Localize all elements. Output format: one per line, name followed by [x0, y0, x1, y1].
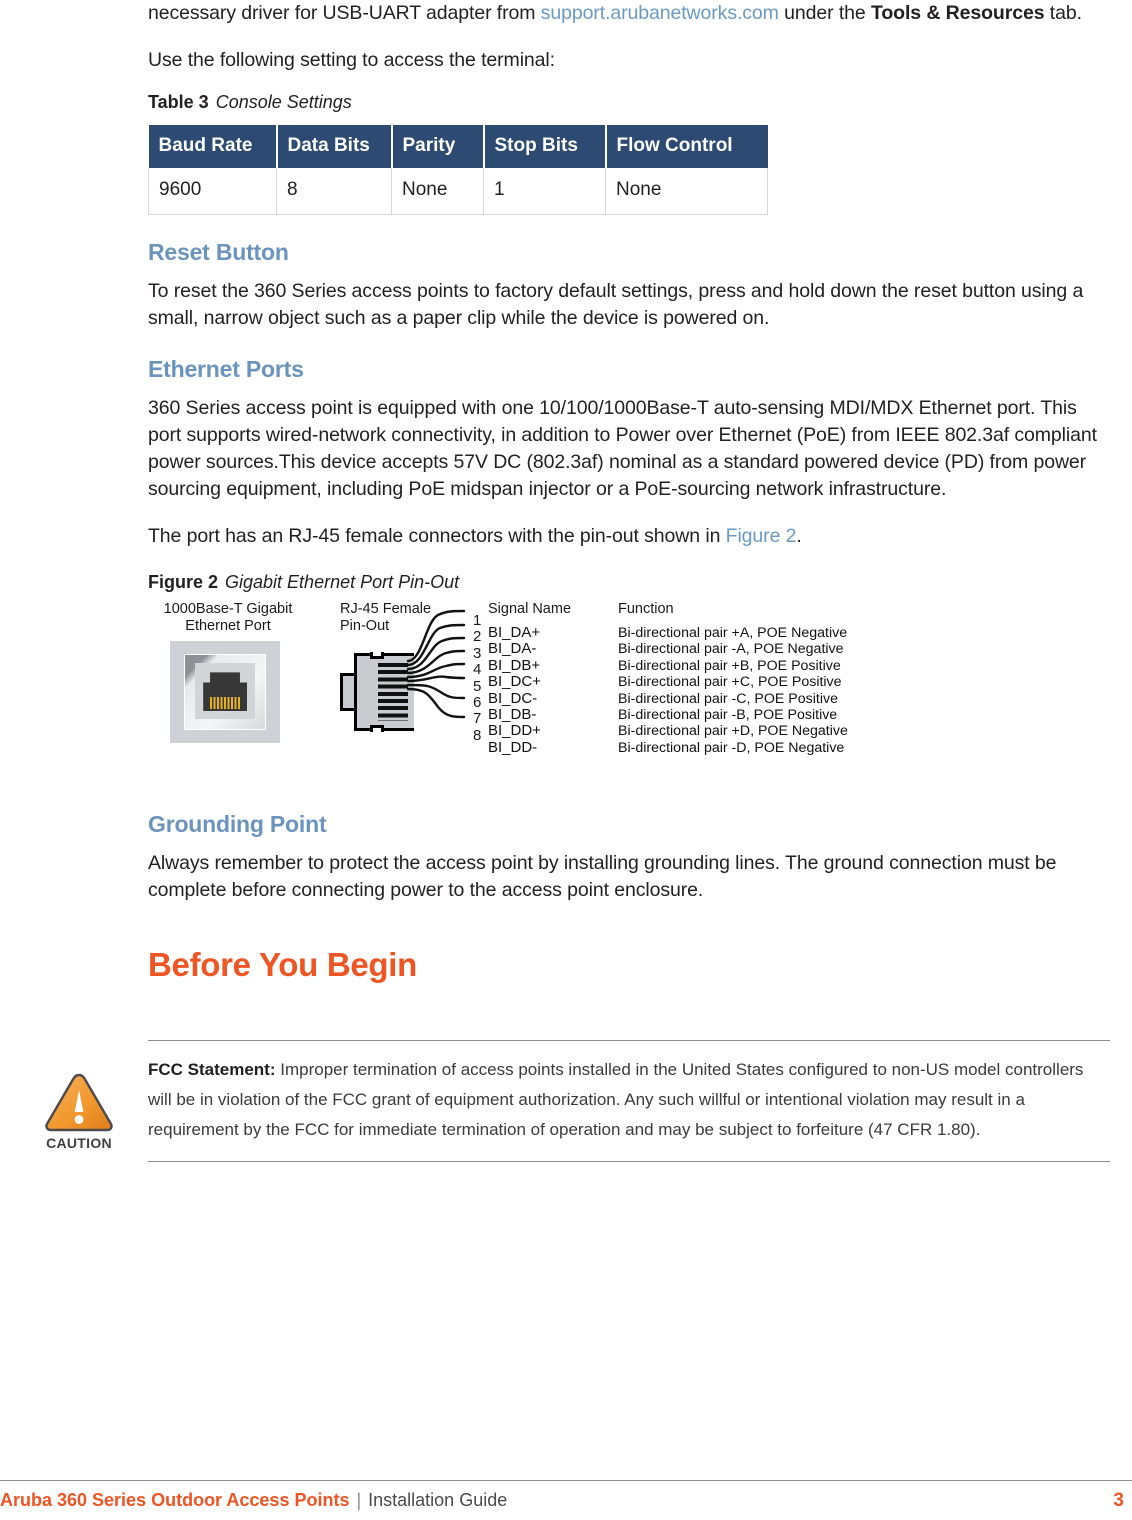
function-text: Bi-directional pair -A, POE Negative — [618, 641, 844, 658]
heading-reset-button: Reset Button — [148, 239, 289, 265]
pin-number: 6 — [473, 694, 482, 712]
paragraph-terminal-setting: Use the following setting to access the … — [148, 49, 555, 71]
table3-label: Table 3 — [148, 92, 209, 112]
page-footer: Aruba 360 Series Outdoor Access Points | I… — [0, 1480, 1132, 1518]
function-column: Bi-directional pair +A, POE Negative Bi-… — [618, 625, 848, 756]
col-header-flow-control: Flow Control — [605, 125, 768, 168]
figure2-label: Figure 2 — [148, 572, 219, 592]
pin-number: 8 — [473, 726, 482, 744]
caution-triangle-icon — [43, 1072, 115, 1134]
cell-data-bits: 8 — [276, 168, 392, 215]
function-text: Bi-directional pair +A, POE Negative — [618, 625, 848, 641]
paragraph-text-post: tab. — [1044, 2, 1082, 24]
function-text: Bi-directional pair +D, POE Negative — [618, 723, 848, 740]
console-settings-table: Baud Rate Data Bits Parity Stop Bits Flo… — [148, 125, 768, 215]
signal-name: BI_DA- — [488, 640, 537, 658]
footer-separator: | — [356, 1490, 362, 1510]
signal-name-column: BI_DA+ BI_DA- BI_DB+ BI_DC+ BI_DC- BI_DB… — [488, 624, 541, 756]
footer-breadcrumb: Aruba 360 Series Outdoor Access Points | I… — [0, 1490, 507, 1511]
function-text: Bi-directional pair -D, POE Negative — [618, 739, 845, 756]
note-bottom-divider — [148, 1161, 1110, 1162]
heading-ethernet-ports: Ethernet Ports — [148, 356, 304, 382]
figure2-title: Gigabit Ethernet Port Pin-Out — [225, 572, 460, 592]
fcc-statement-note: FCC Statement: Improper termination of a… — [148, 1040, 1110, 1162]
rj45-contact-array — [378, 663, 408, 721]
signal-name: BI_DC+ — [488, 673, 541, 691]
paragraph-reset-button: To reset the 360 Series access points to… — [148, 280, 1084, 329]
rj45-ref-text-pre: The port has an RJ-45 female connectors … — [148, 525, 726, 547]
warning-triangle-svg — [45, 1073, 113, 1132]
rj45-connector-diagram-icon — [340, 652, 414, 732]
label-1000base-t-port-line2: Ethernet Port — [185, 618, 271, 634]
pin-number: 1 — [473, 612, 482, 629]
caution-label: CAUTION — [46, 1135, 112, 1151]
figure2-crossref-link[interactable]: Figure 2 — [726, 525, 797, 547]
pin-number: 5 — [473, 677, 482, 695]
pin-number: 4 — [473, 661, 482, 679]
caution-icon-group: CAUTION — [36, 1072, 122, 1151]
pin-leader-lines-icon — [406, 609, 466, 719]
rj45-notch-bottom — [370, 725, 384, 732]
signal-name: BI_DB- — [488, 706, 537, 724]
footer-row: Aruba 360 Series Outdoor Access Points | I… — [0, 1490, 1132, 1518]
cell-parity: None — [391, 168, 484, 215]
fcc-statement-text: FCC Statement: Improper termination of a… — [148, 1041, 1110, 1161]
ethernet-port-bezel — [184, 654, 266, 730]
cell-stop-bits: 1 — [483, 168, 606, 215]
col-header-data-bits: Data Bits — [276, 125, 393, 168]
function-text: Bi-directional pair -C, POE Positive — [618, 690, 838, 707]
heading-grounding-point: Grounding Point — [148, 811, 327, 837]
paragraph-grounding-point: Always remember to protect the access po… — [148, 852, 1057, 901]
table3-caption: Table 3 Console Settings — [148, 92, 1110, 113]
label-1000base-t-port: 1000Base-T Gigabit Ethernet Port — [148, 601, 308, 635]
paragraph-rj45-pinout-ref: The port has an RJ-45 female connectors … — [148, 523, 1110, 550]
col-header-parity: Parity — [391, 125, 485, 168]
rj45-ref-text-post: . — [796, 525, 802, 547]
footer-page-number: 3 — [1113, 1490, 1124, 1511]
pin-number: 7 — [473, 710, 482, 728]
col-header-baud-rate: Baud Rate — [148, 125, 278, 168]
document-page: necessary driver for USB-UART adapter fr… — [0, 0, 1132, 1520]
support-site-link[interactable]: support.arubanetworks.com — [541, 2, 779, 24]
label-1000base-t-port-line1: 1000Base-T Gigabit — [163, 601, 293, 617]
footer-product-title: Aruba 360 Series Outdoor Access Points — [0, 1490, 350, 1510]
function-text: Bi-directional pair +C, POE Positive — [618, 674, 842, 691]
heading-before-you-begin: Before You Begin — [148, 946, 418, 983]
signal-name: BI_DC- — [488, 689, 538, 707]
fcc-statement-body: Improper termination of access points in… — [148, 1060, 1084, 1139]
table-header-row: Baud Rate Data Bits Parity Stop Bits Flo… — [148, 125, 768, 168]
paragraph-text-mid: under the — [778, 2, 871, 24]
page-content: necessary driver for USB-UART adapter fr… — [148, 0, 1110, 984]
figure2-col-header-signal-name: Signal Name — [488, 601, 572, 617]
rj45-notch-top — [370, 652, 384, 659]
paragraph-usb-uart-driver: necessary driver for USB-UART adapter fr… — [148, 0, 1110, 27]
ethernet-port-photo — [170, 641, 280, 743]
footer-doc-type: Installation Guide — [368, 1490, 508, 1510]
table-row: 9600 8 None 1 None — [148, 168, 768, 215]
table3-title: Console Settings — [215, 92, 352, 112]
paragraph-text-pre: necessary driver for USB-UART adapter fr… — [148, 2, 541, 24]
cell-baud-rate: 9600 — [148, 168, 277, 215]
pin-number-column: 1 2 3 4 5 6 7 8 — [473, 612, 482, 744]
paragraph-ethernet-ports: 360 Series access point is equipped with… — [148, 397, 1097, 500]
footer-divider — [0, 1480, 1132, 1481]
figure2-col-header-function: Function — [618, 601, 674, 617]
function-text: Bi-directional pair +B, POE Positive — [618, 657, 841, 674]
pin-number: 2 — [473, 628, 482, 646]
function-text: Bi-directional pair -B, POE Positive — [618, 707, 838, 724]
rj45-gold-pins-icon — [210, 697, 240, 709]
figure2-illustration: 1000Base-T Gigabit Ethernet Port RJ-45 F… — [148, 601, 908, 781]
col-header-stop-bits: Stop Bits — [483, 125, 607, 168]
signal-name: BI_DB+ — [488, 656, 541, 674]
fcc-statement-lead: FCC Statement: — [148, 1060, 276, 1079]
signal-name: BI_DA+ — [488, 624, 541, 641]
tools-resources-emphasis: Tools & Resources — [870, 2, 1045, 24]
signal-name: BI_DD- — [488, 738, 538, 756]
signal-name: BI_DD+ — [488, 722, 541, 740]
ethernet-port-cavity — [195, 663, 255, 719]
cell-flow-control: None — [605, 168, 768, 215]
pin-number: 3 — [473, 644, 482, 662]
figure2-caption: Figure 2 Gigabit Ethernet Port Pin-Out — [148, 572, 1110, 593]
